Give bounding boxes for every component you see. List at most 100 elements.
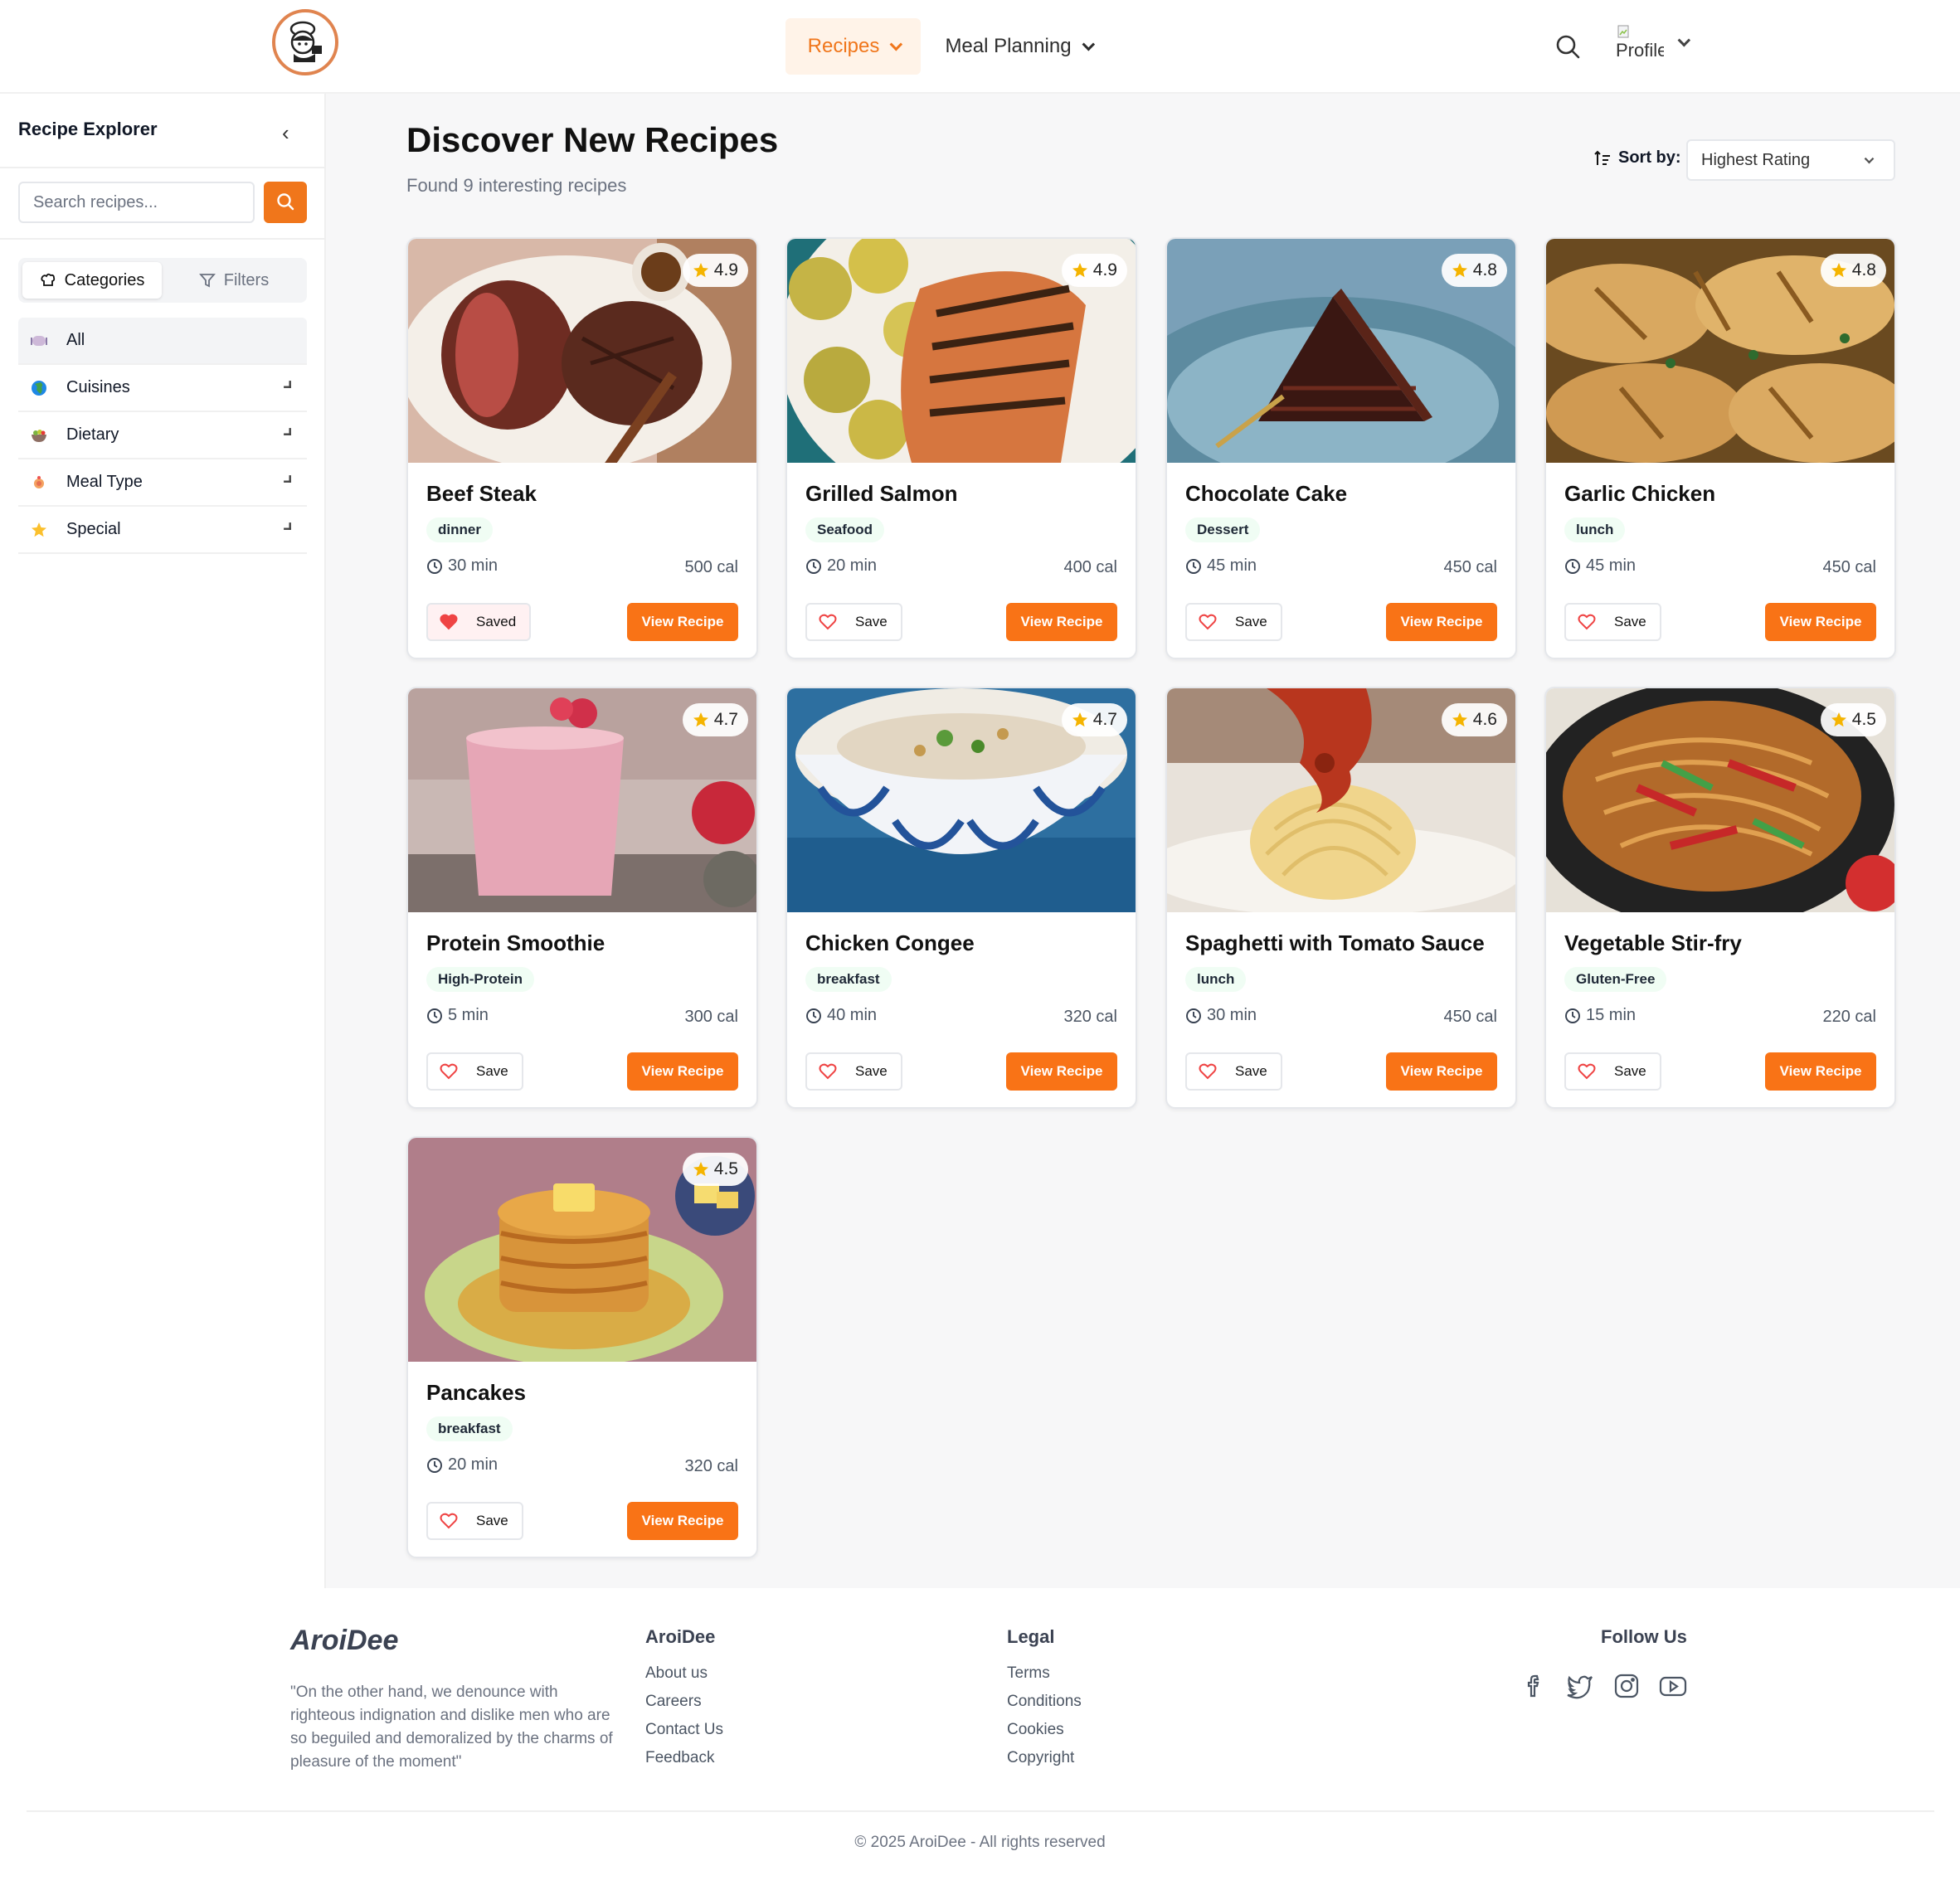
rating-value: 4.7 (1092, 710, 1117, 729)
clock-icon (1186, 1008, 1201, 1023)
cook-time-value: 45 min (1207, 556, 1257, 575)
footer-link-about[interactable]: About us (645, 1664, 708, 1683)
category-label: Cuisines (66, 378, 130, 396)
recipe-title[interactable]: Chicken Congee (805, 930, 975, 956)
recipe-title[interactable]: Vegetable Stir-fry (1564, 930, 1742, 956)
footer-link-terms[interactable]: Terms (1007, 1664, 1050, 1683)
recipe-title[interactable]: Chocolate Cake (1185, 481, 1347, 507)
chevron-down-icon[interactable] (284, 475, 291, 483)
view-recipe-button[interactable]: View Recipe (627, 603, 738, 641)
footer-link-copyright[interactable]: Copyright (1007, 1749, 1074, 1767)
recipe-title[interactable]: Grilled Salmon (805, 481, 958, 507)
save-button[interactable]: Save (426, 1502, 523, 1540)
view-recipe-button[interactable]: View Recipe (1765, 1052, 1876, 1091)
cook-time: 30 min (426, 556, 498, 576)
cook-time-value: 45 min (1586, 556, 1637, 575)
view-recipe-button[interactable]: View Recipe (627, 1052, 738, 1091)
recipe-card[interactable]: 4.5 Vegetable Stir-fry Gluten-Free 15 mi… (1544, 687, 1896, 1109)
chevron-down-icon (889, 37, 903, 51)
cook-time-value: 20 min (827, 556, 878, 575)
search-button[interactable] (264, 182, 307, 223)
salad-icon (30, 426, 48, 445)
recipe-title[interactable]: Pancakes (426, 1380, 526, 1406)
footer-link-contact[interactable]: Contact Us (645, 1721, 723, 1739)
save-label: Save (1235, 614, 1267, 629)
recipe-title[interactable]: Spaghetti with Tomato Sauce (1185, 930, 1485, 956)
view-recipe-button[interactable]: View Recipe (1386, 603, 1497, 641)
save-button[interactable]: Save (1564, 1052, 1661, 1091)
view-recipe-button[interactable]: View Recipe (627, 1502, 738, 1540)
save-button[interactable]: Save (426, 1052, 523, 1091)
save-button[interactable]: Save (1564, 603, 1661, 641)
twitter-icon[interactable] (1565, 1671, 1595, 1701)
recipe-card[interactable]: 4.7 Protein Smoothie High-Protein 5 min … (406, 687, 758, 1109)
cook-time: 45 min (1564, 556, 1636, 576)
results-count: Found 9 interesting recipes (406, 175, 627, 196)
cook-time-value: 30 min (448, 556, 499, 575)
view-recipe-button[interactable]: View Recipe (1006, 603, 1117, 641)
recipe-card[interactable]: 4.8 Garlic Chicken lunch 45 min 450 cal … (1544, 237, 1896, 659)
recipe-card[interactable]: 4.8 Chocolate Cake Dessert 45 min 450 ca… (1165, 237, 1517, 659)
nav-recipes[interactable]: Recipes (785, 18, 921, 75)
rating-badge: 4.5 (1820, 703, 1886, 736)
view-recipe-button[interactable]: View Recipe (1386, 1052, 1497, 1091)
recipe-title[interactable]: Garlic Chicken (1564, 481, 1715, 507)
collapse-sidebar-icon[interactable]: ‹ (282, 122, 289, 143)
category-item-meal-type[interactable]: Meal Type (18, 459, 307, 507)
save-button[interactable]: Save (1185, 603, 1282, 641)
save-button[interactable]: Save (805, 603, 902, 641)
category-item-special[interactable]: Special (18, 507, 307, 554)
category-item-all[interactable]: All (18, 318, 307, 365)
recipe-title[interactable]: Protein Smoothie (426, 930, 605, 956)
divider (0, 167, 326, 168)
search-input[interactable] (18, 182, 255, 223)
footer-quote: "On the other hand, we denounce with rig… (290, 1684, 613, 1771)
footer-divider (27, 1810, 1934, 1812)
category-item-dietary[interactable]: Dietary (18, 412, 307, 459)
view-recipe-button[interactable]: View Recipe (1765, 603, 1876, 641)
save-button[interactable]: Save (805, 1052, 902, 1091)
category-item-cuisines[interactable]: Cuisines (18, 365, 307, 412)
globe-icon (30, 379, 48, 397)
tab-categories[interactable]: Categories (22, 262, 162, 299)
view-recipe-button[interactable]: View Recipe (1006, 1052, 1117, 1091)
instagram-icon[interactable] (1612, 1671, 1641, 1701)
footer-link-conditions[interactable]: Conditions (1007, 1693, 1082, 1711)
chevron-down-icon[interactable] (284, 522, 291, 530)
rating-badge: 4.7 (682, 703, 748, 736)
saved-button[interactable]: Saved (426, 603, 532, 641)
footer: AroiDee "On the other hand, we denounce … (0, 1588, 1960, 1890)
recipe-tag: breakfast (426, 1416, 513, 1441)
recipe-card[interactable]: 4.7 Chicken Congee breakfast 40 min 320 … (785, 687, 1137, 1109)
recipe-card[interactable]: 4.9 Grilled Salmon Seafood 20 min 400 ca… (785, 237, 1137, 659)
recipe-card[interactable]: 4.6 Spaghetti with Tomato Sauce lunch 30… (1165, 687, 1517, 1109)
footer-link-feedback[interactable]: Feedback (645, 1749, 714, 1767)
save-label: Saved (476, 614, 517, 629)
footer-brand[interactable]: AroiDee (290, 1625, 398, 1657)
aroidee-logo[interactable] (272, 9, 338, 75)
main-content: Discover New Recipes Found 9 interesting… (326, 94, 1960, 1588)
chevron-down-icon[interactable] (284, 381, 291, 388)
clock-icon (1565, 1008, 1580, 1023)
rating-value: 4.7 (713, 710, 738, 729)
nav-meal-planning[interactable]: Meal Planning (931, 18, 1105, 75)
footer-link-careers[interactable]: Careers (645, 1693, 702, 1711)
sort-select[interactable]: Highest Rating (1686, 139, 1895, 181)
footer-link-cookies[interactable]: Cookies (1007, 1721, 1064, 1739)
heart-icon (440, 614, 458, 630)
recipe-card[interactable]: 4.5 Pancakes breakfast 20 min 320 cal Sa… (406, 1136, 758, 1558)
recipe-tag: Gluten-Free (1564, 967, 1667, 992)
chevron-down-icon[interactable] (284, 428, 291, 435)
recipe-card[interactable]: 4.9 Beef Steak dinner 30 min 500 cal Sav… (406, 237, 758, 659)
rating-value: 4.9 (1092, 260, 1117, 279)
recipe-title[interactable]: Beef Steak (426, 481, 537, 507)
profile-avatar[interactable]: Profile (1616, 25, 1664, 66)
calories: 320 cal (1063, 1008, 1118, 1026)
facebook-icon[interactable] (1520, 1671, 1549, 1701)
sort-label: Sort by: (1618, 148, 1681, 167)
save-button[interactable]: Save (1185, 1052, 1282, 1091)
youtube-icon[interactable] (1658, 1671, 1688, 1701)
search-icon[interactable] (1554, 33, 1583, 61)
profile-chevron-down-icon[interactable] (1677, 33, 1691, 47)
tab-filters[interactable]: Filters (168, 262, 300, 299)
